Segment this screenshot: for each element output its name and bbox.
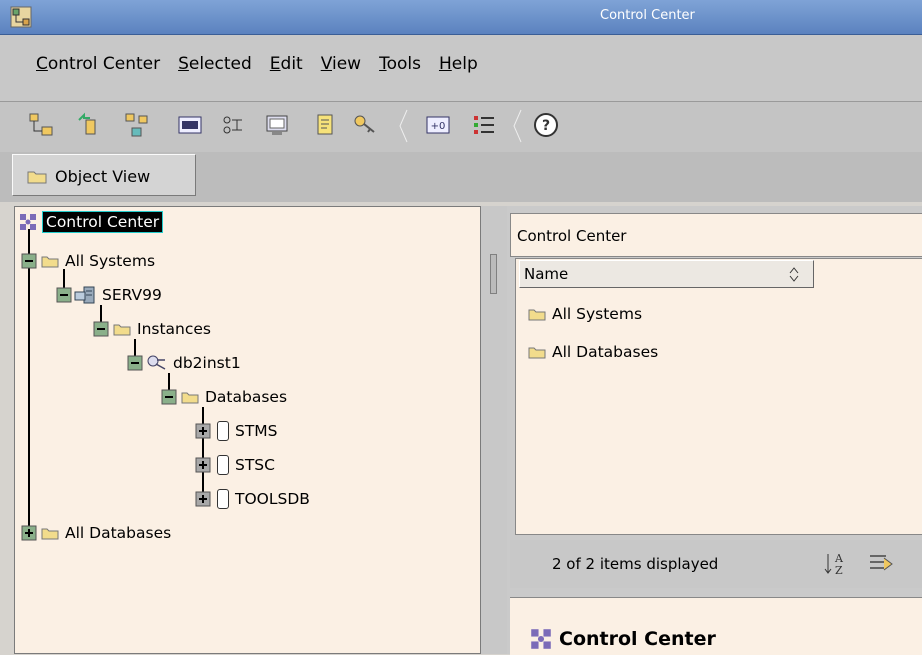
tree-node-all-systems[interactable]: All Systems bbox=[21, 250, 155, 272]
tree-node-toolsdb[interactable]: TOOLSDB bbox=[195, 488, 310, 510]
items-count: 2 of 2 items displayed bbox=[552, 555, 719, 573]
tree-label: db2inst1 bbox=[173, 354, 241, 372]
menu-help[interactable]: Help bbox=[439, 54, 478, 74]
sort-icon[interactable]: A Z bbox=[822, 550, 852, 578]
help-icon[interactable]: ? bbox=[533, 112, 559, 138]
tree-node-stms[interactable]: STMS bbox=[195, 420, 278, 442]
tab-label: Object View bbox=[55, 167, 151, 186]
folder-icon bbox=[41, 528, 59, 540]
collapse-icon[interactable] bbox=[21, 253, 37, 269]
folder-icon bbox=[181, 392, 199, 404]
menu-tools[interactable]: Tools bbox=[379, 54, 421, 74]
tree-node-databases[interactable]: Databases bbox=[161, 386, 287, 408]
column-header-label: Name bbox=[524, 265, 569, 283]
expand-icon[interactable] bbox=[195, 457, 211, 473]
command-editor-icon[interactable] bbox=[177, 112, 203, 138]
database-icon bbox=[217, 489, 229, 509]
menu-edit[interactable]: Edit bbox=[270, 54, 303, 74]
column-header-name[interactable]: Name bbox=[519, 260, 814, 288]
expand-icon[interactable] bbox=[195, 423, 211, 439]
license-icon[interactable] bbox=[312, 112, 338, 138]
tree-node-instances[interactable]: Instances bbox=[93, 318, 211, 340]
filter-icon[interactable] bbox=[866, 550, 896, 578]
expand-icon[interactable] bbox=[21, 525, 37, 541]
tree-label: Databases bbox=[205, 388, 288, 406]
sort-arrows-icon[interactable] bbox=[788, 265, 800, 283]
tree-label: STMS bbox=[235, 422, 278, 440]
list-item-label: All Systems bbox=[552, 305, 643, 323]
toolbar-separator bbox=[513, 109, 522, 143]
window-title: Control Center bbox=[600, 8, 695, 23]
contents-header: Control Center bbox=[510, 213, 922, 257]
folder-icon bbox=[27, 171, 47, 184]
status-bar: 2 of 2 items displayed A Z bbox=[510, 540, 922, 588]
tree-label: All Databases bbox=[65, 524, 172, 542]
collapse-icon[interactable] bbox=[56, 287, 72, 303]
list-item[interactable]: All Databases bbox=[528, 341, 658, 363]
expand-icon[interactable] bbox=[195, 491, 211, 507]
satellite-icon[interactable] bbox=[124, 112, 150, 138]
list-view-icon[interactable] bbox=[471, 112, 497, 138]
menu-control-center[interactable]: Control Center bbox=[36, 54, 160, 74]
tree-label: SERV99 bbox=[102, 286, 162, 304]
collapse-icon[interactable] bbox=[161, 389, 177, 405]
menu-view[interactable]: View bbox=[321, 54, 361, 74]
control-center-app-icon bbox=[10, 6, 32, 28]
svg-text:+0: +0 bbox=[431, 121, 446, 132]
instance-icon bbox=[147, 355, 166, 370]
tree-label: All Systems bbox=[65, 252, 156, 270]
tree-label: STSC bbox=[235, 456, 275, 474]
control-center-icon bbox=[531, 629, 551, 649]
tab-object-view[interactable]: Object View bbox=[12, 154, 196, 196]
pane-splitter[interactable] bbox=[481, 206, 507, 654]
server-icon bbox=[74, 286, 95, 304]
tree-node-db2inst1[interactable]: db2inst1 bbox=[127, 352, 241, 374]
folder-icon bbox=[528, 309, 546, 321]
contents-list[interactable]: All Systems All Databases bbox=[515, 258, 922, 535]
toolbar-separator bbox=[399, 109, 408, 143]
folder-icon bbox=[113, 324, 131, 336]
folder-icon bbox=[41, 256, 59, 268]
tree-label-root: Control Center bbox=[41, 211, 164, 233]
control-center-icon bbox=[20, 214, 36, 230]
tree-label: Instances bbox=[137, 320, 212, 338]
menu-bar: Control Center Selected Edit View Tools … bbox=[0, 35, 922, 102]
tools-settings-icon[interactable]: +0 bbox=[425, 112, 451, 138]
list-item-label: All Databases bbox=[552, 343, 659, 361]
key-icon[interactable] bbox=[352, 112, 378, 138]
list-item[interactable]: All Systems bbox=[528, 303, 642, 325]
object-tree[interactable]: Control Center All Systems SERV99 Instan… bbox=[14, 206, 481, 654]
folder-icon bbox=[528, 347, 546, 359]
tree-node-root[interactable]: Control Center bbox=[19, 211, 164, 233]
object-tree-icon[interactable] bbox=[28, 112, 54, 138]
contents-title: Control Center bbox=[517, 227, 627, 245]
tree-node-serv99[interactable]: SERV99 bbox=[56, 284, 162, 306]
task-center-icon[interactable] bbox=[220, 112, 246, 138]
details-title: Control Center bbox=[559, 628, 716, 650]
database-icon bbox=[217, 455, 229, 475]
svg-text:?: ? bbox=[542, 118, 550, 134]
tree-label: TOOLSDB bbox=[235, 490, 310, 508]
journal-icon[interactable] bbox=[264, 112, 290, 138]
svg-text:Z: Z bbox=[835, 564, 843, 577]
collapse-icon[interactable] bbox=[93, 321, 109, 337]
tree-node-stsc[interactable]: STSC bbox=[195, 454, 275, 476]
title-bar[interactable]: Control Center bbox=[0, 0, 922, 35]
database-icon bbox=[217, 421, 229, 441]
replication-icon[interactable] bbox=[76, 112, 102, 138]
toolbar: +0 ? bbox=[0, 102, 922, 153]
splitter-grip[interactable] bbox=[490, 254, 497, 294]
tree-node-all-databases[interactable]: All Databases bbox=[21, 522, 171, 544]
menu-selected[interactable]: Selected bbox=[178, 54, 252, 74]
collapse-icon[interactable] bbox=[127, 355, 143, 371]
details-panel: Control Center bbox=[510, 597, 922, 655]
